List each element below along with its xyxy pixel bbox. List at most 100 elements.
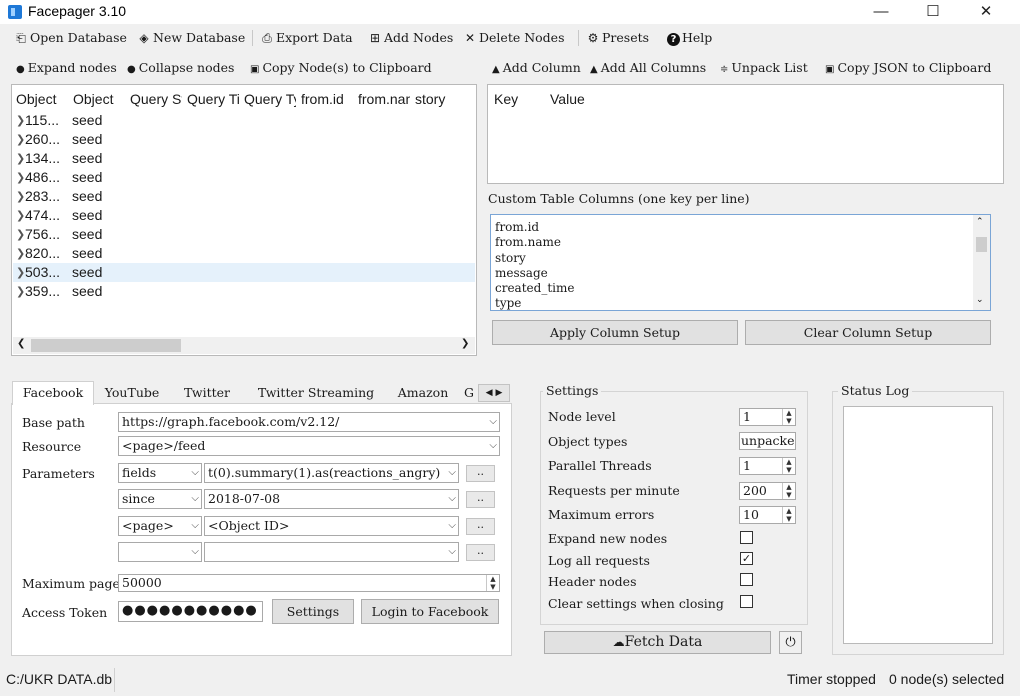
chevron-down-icon[interactable]: ⌵ [448,517,456,535]
chevron-down-icon[interactable]: ⌵ [191,543,199,561]
chevron-down-icon[interactable]: ⌄ [976,295,984,305]
param-value-combo[interactable]: ⌵ [204,542,459,562]
resource-combo[interactable]: <page>/feed ⌵ [118,436,500,456]
header-nodes-checkbox[interactable] [740,573,753,586]
chevron-right-icon[interactable]: ❯ [16,282,25,301]
tab-scroll-arrows[interactable]: ◀ ▶ [478,384,510,402]
requests-per-minute-spinbox[interactable]: 200 ▲ ▼ [739,482,796,500]
param-name-combo[interactable]: fields ⌵ [118,463,202,483]
export-data-button[interactable]: ⎙ Export Data [260,29,352,47]
chevron-right-icon[interactable]: ❯ [16,244,25,263]
spin-arrows-icon[interactable]: ▲ ▼ [782,458,795,474]
scroll-right-icon[interactable]: ❯ [461,338,469,349]
custom-columns-textarea[interactable]: from.id from.name story message created_… [490,214,991,311]
param-value-combo[interactable]: <Object ID> ⌵ [204,516,459,536]
param-edit-button[interactable]: .. [466,491,495,508]
chevron-right-icon[interactable]: ❯ [16,168,25,187]
presets-button[interactable]: ⚙ Presets [586,29,649,47]
apply-column-setup-button[interactable]: Apply Column Setup [492,320,738,345]
horizontal-scrollbar[interactable]: ❮ ❯ [13,337,475,354]
table-row[interactable]: ❯ 756... seed [13,225,475,244]
vertical-scrollbar[interactable]: ⌃ ⌄ [973,215,990,310]
column-header[interactable]: from.name [358,91,410,107]
param-name-combo[interactable]: ⌵ [118,542,202,562]
table-row-selected[interactable]: ❯ 503... seed [13,263,475,282]
param-value-combo[interactable]: t(0).summary(1).as(reactions_angry) ⌵ [204,463,459,483]
access-token-input[interactable]: ●●●●●●●●●●● [118,601,263,622]
timer-button[interactable]: ⏻ [779,631,802,654]
spin-arrows-icon[interactable]: ▲ ▼ [782,507,795,523]
chevron-down-icon[interactable]: ⌵ [191,517,199,535]
table-row[interactable]: ❯ 134... seed [13,149,475,168]
clear-column-setup-button[interactable]: Clear Column Setup [745,320,991,345]
chevron-right-icon[interactable]: ❯ [16,225,25,244]
tab-overflow[interactable]: G [458,381,480,405]
chevron-right-icon[interactable]: ❯ [16,130,25,149]
tab-twitter[interactable]: Twitter [170,381,244,405]
object-types-input[interactable]: unpacked [739,432,796,450]
close-button[interactable]: ✕ [963,0,1009,24]
chevron-down-icon[interactable]: ⌵ [191,490,199,508]
spin-arrows-icon[interactable]: ▲ ▼ [782,409,795,425]
expand-nodes-button[interactable]: ● Expand nodes [16,59,117,77]
open-database-button[interactable]: ⎗ Open Database [14,29,127,47]
chevron-down-icon[interactable]: ⌵ [489,413,497,431]
chevron-right-icon[interactable]: ❯ [16,263,25,282]
tab-twitter-streaming[interactable]: Twitter Streaming [245,381,387,405]
scrollbar-thumb[interactable] [31,339,181,352]
expand-new-nodes-checkbox[interactable] [740,531,753,544]
fetch-data-button[interactable]: ☁Fetch Data [544,631,771,654]
chevron-down-icon[interactable]: ⌵ [448,543,456,561]
column-header[interactable]: Object [16,91,68,107]
chevron-left-icon[interactable]: ◀ [486,388,493,398]
chevron-right-icon[interactable]: ❯ [16,187,25,206]
maximize-button[interactable]: ☐ [910,0,956,24]
node-tree[interactable]: Object Object Query Status Query Time Qu… [11,84,477,356]
clear-settings-checkbox[interactable] [740,595,753,608]
spin-arrows-icon[interactable]: ▲ ▼ [486,575,499,591]
table-row[interactable]: ❯ 474... seed [13,206,475,225]
chevron-right-icon[interactable]: ❯ [16,149,25,168]
chevron-right-icon[interactable]: ❯ [16,111,25,130]
copy-json-button[interactable]: ▣ Copy JSON to Clipboard [825,59,991,77]
scrollbar-thumb[interactable] [976,237,987,252]
status-log-area[interactable] [843,406,993,644]
unpack-list-button[interactable]: ≑ Unpack List [720,59,808,77]
copy-nodes-button[interactable]: ▣ Copy Node(s) to Clipboard [250,59,432,77]
log-all-requests-checkbox[interactable]: ✓ [740,552,753,565]
param-name-combo[interactable]: since ⌵ [118,489,202,509]
table-row[interactable]: ❯ 115... seed [13,111,475,130]
scroll-left-icon[interactable]: ❮ [17,338,25,349]
node-level-spinbox[interactable]: 1 ▲ ▼ [739,408,796,426]
base-path-combo[interactable]: https://graph.facebook.com/v2.12/⌵ [118,412,500,432]
delete-nodes-button[interactable]: ✕ Delete Nodes [463,29,565,47]
tab-youtube[interactable]: YouTube [95,381,169,405]
max-pages-spinbox[interactable]: 50000 ▲ ▼ [118,574,500,592]
param-value-combo[interactable]: 2018-07-08 ⌵ [204,489,459,509]
column-header[interactable]: Object [73,91,125,107]
token-settings-button[interactable]: Settings [272,599,354,624]
add-all-columns-button[interactable]: ▲ Add All Columns [590,59,706,77]
chevron-up-icon[interactable]: ⌃ [976,217,984,227]
chevron-right-icon[interactable]: ▶ [495,388,502,398]
help-button[interactable]: ? Help [667,29,712,47]
column-header[interactable]: Query Time [187,91,239,107]
table-row[interactable]: ❯ 820... seed [13,244,475,263]
add-nodes-button[interactable]: ⊞ Add Nodes [368,29,453,47]
chevron-down-icon[interactable]: ⌵ [448,490,456,508]
param-edit-button[interactable]: .. [466,465,495,482]
detail-pane[interactable]: Key Value [487,84,1004,184]
table-row[interactable]: ❯ 486... seed [13,168,475,187]
column-header[interactable]: from.id [301,91,353,107]
collapse-nodes-button[interactable]: ● Collapse nodes [127,59,234,77]
chevron-right-icon[interactable]: ❯ [16,206,25,225]
new-database-button[interactable]: ◈ New Database [137,29,245,47]
table-row[interactable]: ❯ 260... seed [13,130,475,149]
table-row[interactable]: ❯ 283... seed [13,187,475,206]
table-row[interactable]: ❯ 359... seed [13,282,475,301]
minimize-button[interactable]: — [858,0,904,24]
column-header[interactable]: story [415,91,467,107]
column-header[interactable]: Query Status [130,91,182,107]
column-header[interactable]: Query Type [244,91,296,107]
tab-amazon[interactable]: Amazon [390,381,456,405]
